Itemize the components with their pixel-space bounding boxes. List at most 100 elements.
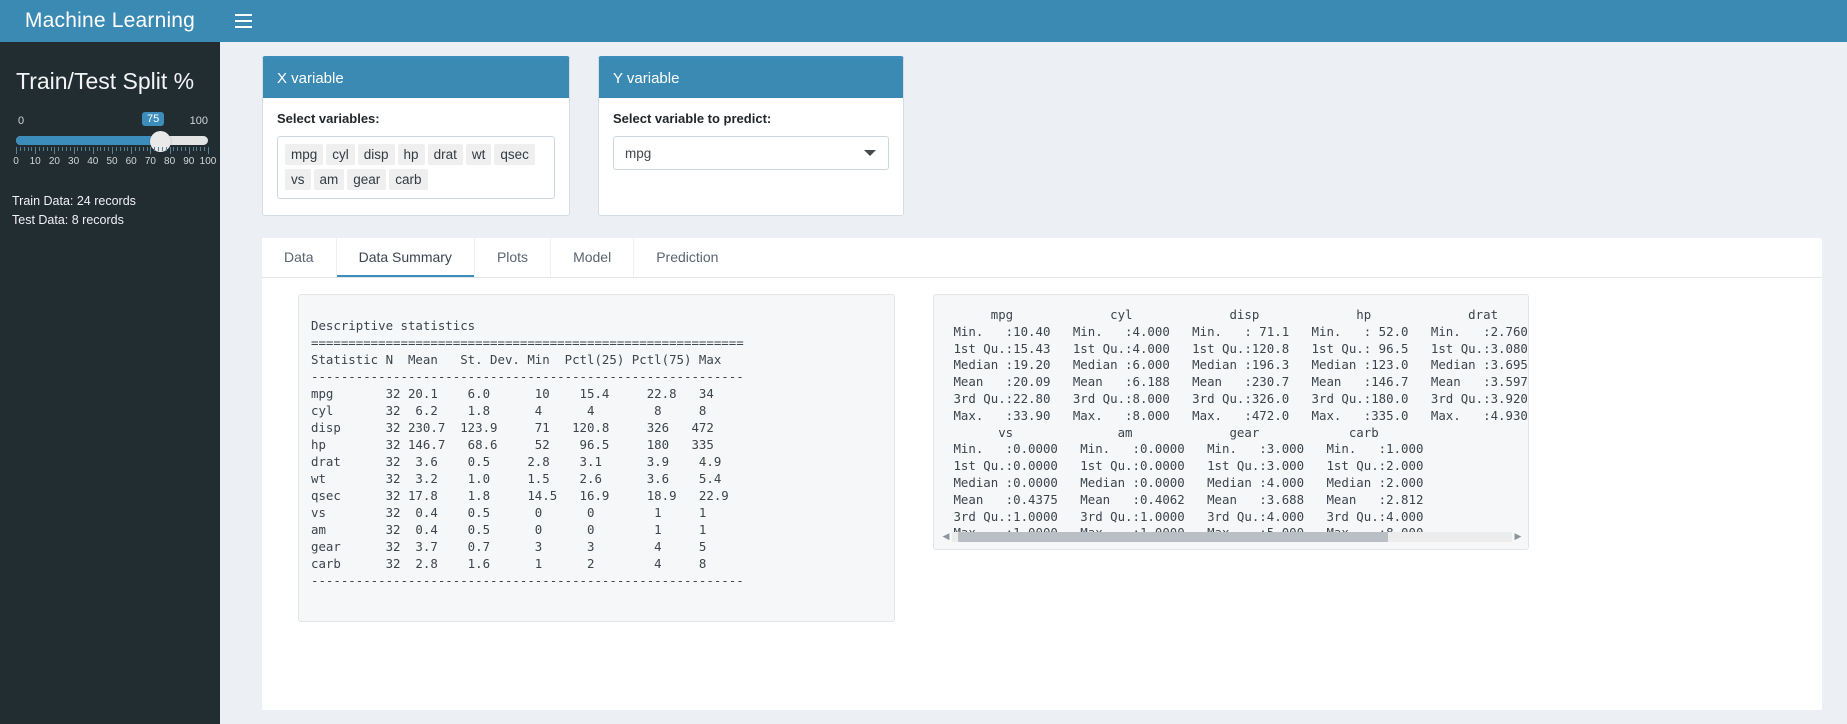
summary-output-block-1: mpg cyl disp hp drat Min Min. :10.40 Min… [953,307,1528,423]
slider-tick-minor [19,147,21,151]
chevron-down-icon [864,150,876,156]
x-variable-tag[interactable]: hp [397,144,425,165]
x-variable-body: Select variables: mpg cyl disp hp drat wt qsec… [263,98,569,215]
chevron-right-icon[interactable]: ▶ [1512,530,1524,543]
slider-ticks [16,147,209,154]
slider-tick-label: 30 [68,156,80,167]
y-variable-selected-value: mpg [625,145,652,161]
sidebar: Train/Test Split % 0 75 100 0 10 20 30 40 50 6… [0,42,220,724]
scrollbar-track[interactable] [952,531,1512,542]
hamburger-icon[interactable] [220,0,266,42]
x-variable-tag[interactable]: gear [347,169,387,190]
slider-tick-label: 80 [164,156,176,167]
tab-data-summary[interactable]: Data Summary [336,238,474,277]
slider-tick-minor [177,147,179,151]
y-variable-select[interactable]: mpg [613,136,889,170]
slider-track[interactable] [16,130,208,152]
slider-tick-major [54,147,56,154]
record-counts: Train Data: 24 records Test Data: 8 reco… [12,192,208,230]
x-variable-tag[interactable]: mpg [285,144,324,165]
slider-tick-major [188,147,190,154]
main-content: X variable Select variables: mpg cyl disp h… [220,42,1847,724]
slider-tick-minor [119,147,121,151]
x-variable-tag[interactable]: disp [357,144,395,165]
slider-tick-major [16,147,17,154]
slider-tick-major [112,147,113,154]
slider-tick-minor [184,147,186,151]
slider-endpoint-labels: 0 75 100 [16,112,208,131]
y-variable-header: Y variable [599,59,903,98]
slider-tick-major [131,147,133,154]
slider-max-label: 100 [189,115,208,127]
slider-tick-label: 100 [199,156,217,167]
slider-tick-minor [161,147,163,151]
slider-tick-minor [69,147,71,151]
scrollbar-thumb[interactable] [958,531,1388,542]
y-variable-spacer [613,170,889,196]
sidebar-heading: Train/Test Split % [16,68,195,94]
x-variable-tag[interactable]: cyl [326,144,355,165]
slider-tick-minor [108,147,110,151]
slider-tick-minor [27,147,29,151]
slider-tick-minor [165,147,167,151]
slider-tick-minor [65,147,67,151]
slider-tick-minor [46,147,48,151]
summary-output-block-2: vs am gear carb Min. :0.0000 Min. :0.000… [953,424,1424,541]
slider-value-bubble: 75 [142,112,165,126]
train-test-slider[interactable]: 0 75 100 0 10 20 30 40 50 60 70 80 90 100 [13,112,216,170]
x-variable-tag-input[interactable]: mpg cyl disp hp drat wt qsec vs am gear carb [277,136,555,199]
slider-tick-label: 40 [87,156,99,167]
slider-tick-minor [88,147,90,151]
chevron-left-icon[interactable]: ◀ [940,530,952,543]
x-variable-box: X variable Select variables: mpg cyl disp h… [262,56,570,216]
summary-output-pane: mpg cyl disp hp drat Min Min. :10.40 Min… [933,294,1529,550]
x-variable-tag[interactable]: carb [389,169,428,190]
slider-tick-minor [127,147,129,151]
slider-tick-minor [135,147,137,151]
slider-tick-label: 10 [29,156,41,167]
y-variable-body: Select variable to predict: mpg [599,98,903,212]
y-variable-box: Y variable Select variable to predict: m… [598,56,904,216]
top-navbar: Machine Learning [0,0,1847,42]
tab-plots[interactable]: Plots [474,238,551,277]
tab-panel: Data Data Summary Plots Model Prediction Des… [262,238,1822,710]
slider-tick-minor [42,147,44,151]
slider-tick-minor [31,147,33,151]
slider-tick-minor [138,147,140,151]
x-variable-tag[interactable]: vs [285,169,311,190]
slider-tick-label: 20 [48,156,60,167]
descriptive-statistics-pane: Descriptive statistics =================… [298,294,895,622]
tab-model[interactable]: Model [551,238,634,277]
slider-tick-major [150,147,152,154]
x-variable-tag[interactable]: drat [427,144,463,165]
slider-tick-label: 50 [106,156,118,167]
summary-horizontal-scrollbar[interactable]: ◀ ▶ [940,530,1524,543]
slider-tick-major [169,147,171,154]
slider-tick-minor [115,147,117,151]
slider-tick-minor [200,147,202,151]
tab-prediction[interactable]: Prediction [634,238,741,277]
slider-tick-labels: 0 10 20 30 40 50 60 70 80 90 100 [13,156,216,170]
descriptive-statistics-text: Descriptive statistics =================… [311,318,744,588]
slider-tick-minor [192,147,194,151]
slider-tick-major [208,147,209,154]
slider-tick-major [92,147,94,154]
slider-tick-major [73,147,75,154]
x-variable-label: Select variables: [277,111,380,126]
slider-tick-minor [39,147,41,151]
slider-tick-minor [154,147,156,151]
slider-tick-minor [204,147,206,151]
slider-fill [16,136,160,145]
slider-tick-minor [81,147,83,151]
x-variable-header: X variable [263,59,569,98]
slider-tick-label: 70 [144,156,156,167]
tab-data[interactable]: Data [262,238,336,277]
variable-boxes: X variable Select variables: mpg cyl disp h… [262,56,904,216]
slider-tick-minor [85,147,87,151]
slider-tick-minor [77,147,79,151]
x-variable-tag[interactable]: wt [465,144,492,165]
app-title: Machine Learning [24,9,196,32]
x-variable-tag[interactable]: qsec [494,144,535,165]
slider-tick-major [35,147,37,154]
x-variable-tag[interactable]: am [313,169,345,190]
